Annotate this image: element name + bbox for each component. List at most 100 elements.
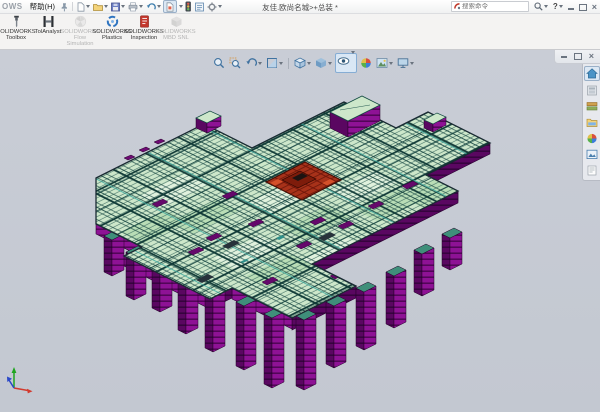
addin-tolanalyst[interactable]: TolAnalyst bbox=[32, 13, 64, 49]
title-bar: OWS 帮助(H) bbox=[0, 0, 600, 14]
new-document-icon bbox=[77, 2, 85, 12]
properties-document-icon bbox=[586, 165, 598, 176]
new-button[interactable] bbox=[76, 1, 91, 13]
print-button[interactable] bbox=[127, 1, 144, 13]
taskpane-custom-properties-button[interactable] bbox=[585, 164, 599, 177]
save-disk-icon bbox=[111, 2, 120, 12]
view-palette-icon bbox=[586, 149, 598, 160]
titlebar-right-controls: ? × bbox=[451, 1, 597, 12]
addin-flow-simulation: SOLIDWORKS Flow Simulation bbox=[64, 13, 96, 49]
addin-mbd-snl: SOLIDWORKS MBD SNL bbox=[160, 13, 192, 49]
chevron-down-icon bbox=[86, 5, 90, 8]
taskpane-solidworks-resources-button[interactable] bbox=[585, 84, 599, 97]
scene-picture-icon bbox=[376, 57, 388, 69]
search-box bbox=[451, 1, 529, 12]
undo-button[interactable] bbox=[145, 1, 162, 13]
save-button[interactable] bbox=[110, 1, 126, 13]
chevron-down-icon bbox=[104, 5, 108, 8]
taskpane-design-library-button[interactable] bbox=[585, 100, 599, 113]
doc-minimize-button[interactable] bbox=[561, 56, 567, 58]
addin-plastics[interactable]: SOLIDWORKS Plastics bbox=[96, 13, 128, 49]
x-axis bbox=[14, 388, 28, 391]
zoom-to-fit-button[interactable] bbox=[212, 57, 226, 69]
doc-close-button[interactable]: × bbox=[589, 51, 594, 61]
shaded-cube-icon bbox=[315, 57, 327, 69]
chevron-down-icon bbox=[328, 62, 332, 65]
taskpane-view-palette-button[interactable] bbox=[585, 148, 599, 161]
eye-icon bbox=[337, 55, 350, 67]
rebuild-button[interactable] bbox=[184, 1, 193, 13]
inspection-icon bbox=[138, 15, 151, 28]
search-options-button[interactable] bbox=[534, 2, 548, 11]
toolbar-separator bbox=[72, 2, 73, 11]
select-button[interactable] bbox=[163, 0, 177, 13]
options-button[interactable] bbox=[206, 1, 223, 13]
mbd-cube-icon bbox=[170, 15, 183, 28]
display-style-button[interactable] bbox=[314, 57, 333, 69]
toolbar-separator bbox=[288, 58, 289, 69]
taskpane-file-explorer-button[interactable] bbox=[585, 116, 599, 129]
chevron-down-icon bbox=[258, 62, 262, 65]
quick-access-toolbar bbox=[76, 0, 223, 13]
heads-up-view-toolbar bbox=[212, 53, 415, 73]
doc-restore-button[interactable] bbox=[574, 53, 582, 60]
open-folder-icon bbox=[93, 2, 103, 12]
view-settings-button[interactable] bbox=[396, 57, 415, 69]
undo-arrow-icon bbox=[146, 2, 156, 12]
chevron-down-icon bbox=[157, 5, 161, 8]
graphics-viewport[interactable]: × bbox=[0, 50, 600, 412]
minimize-button[interactable] bbox=[568, 8, 574, 10]
addin-solidworks-toolbox[interactable]: SOLIDWORKS Toolbox bbox=[0, 13, 32, 49]
apply-scene-button[interactable] bbox=[375, 57, 394, 69]
chevron-down-icon bbox=[218, 5, 222, 8]
chevron-down-icon bbox=[559, 5, 563, 8]
view-orientation-button[interactable] bbox=[293, 57, 312, 69]
search-input[interactable] bbox=[460, 3, 526, 10]
chevron-down-icon bbox=[307, 62, 311, 65]
file-properties-icon bbox=[195, 2, 204, 12]
flow-simulation-icon bbox=[74, 15, 87, 28]
document-title: 友佳.欧尚名城>+总装 * bbox=[262, 2, 338, 13]
taskpane-appearances-button[interactable] bbox=[585, 132, 599, 145]
open-button[interactable] bbox=[92, 1, 109, 13]
chevron-down-icon bbox=[279, 62, 283, 65]
3d-model-assembly[interactable] bbox=[0, 50, 600, 412]
color-wheel-icon bbox=[586, 133, 598, 144]
plastics-icon bbox=[106, 15, 119, 28]
chevron-down-icon bbox=[139, 5, 143, 8]
zoom-to-area-button[interactable] bbox=[228, 57, 242, 69]
section-view-button[interactable] bbox=[265, 57, 284, 69]
appearance-sphere-icon bbox=[360, 57, 372, 69]
document-window-controls: × bbox=[554, 50, 600, 64]
design-library-icon bbox=[586, 101, 598, 112]
help-button[interactable]: ? bbox=[553, 2, 563, 11]
addin-inspection[interactable]: SOLIDWORKS Inspection bbox=[128, 13, 160, 49]
folder-icon bbox=[586, 117, 598, 128]
edit-appearance-button[interactable] bbox=[359, 57, 373, 69]
section-cube-icon bbox=[266, 57, 278, 69]
magnifier-icon bbox=[534, 2, 543, 11]
chevron-down-icon bbox=[389, 62, 393, 65]
home-icon bbox=[586, 68, 598, 79]
view-cube-icon bbox=[294, 57, 306, 69]
file-properties-button[interactable] bbox=[194, 1, 205, 13]
pin-icon[interactable] bbox=[59, 1, 69, 13]
monitor-icon bbox=[397, 57, 409, 69]
task-pane bbox=[582, 62, 600, 181]
magnifier-icon bbox=[213, 57, 225, 69]
chevron-down-icon bbox=[351, 51, 355, 71]
tolanalyst-icon bbox=[42, 15, 55, 28]
traffic-light-icon bbox=[185, 1, 192, 12]
magnifier-area-icon bbox=[229, 57, 241, 69]
printer-icon bbox=[128, 2, 138, 12]
previous-view-button[interactable] bbox=[244, 57, 263, 69]
chevron-down-icon bbox=[121, 5, 125, 8]
gear-icon bbox=[207, 2, 217, 12]
close-button[interactable]: × bbox=[592, 2, 597, 12]
hide-show-items-button[interactable] bbox=[335, 53, 357, 73]
restore-button[interactable] bbox=[579, 4, 587, 11]
select-page-icon bbox=[166, 2, 174, 12]
menu-help[interactable]: 帮助(H) bbox=[26, 1, 59, 12]
previous-view-arrow-icon bbox=[245, 57, 257, 69]
taskpane-home-button[interactable] bbox=[584, 66, 600, 81]
